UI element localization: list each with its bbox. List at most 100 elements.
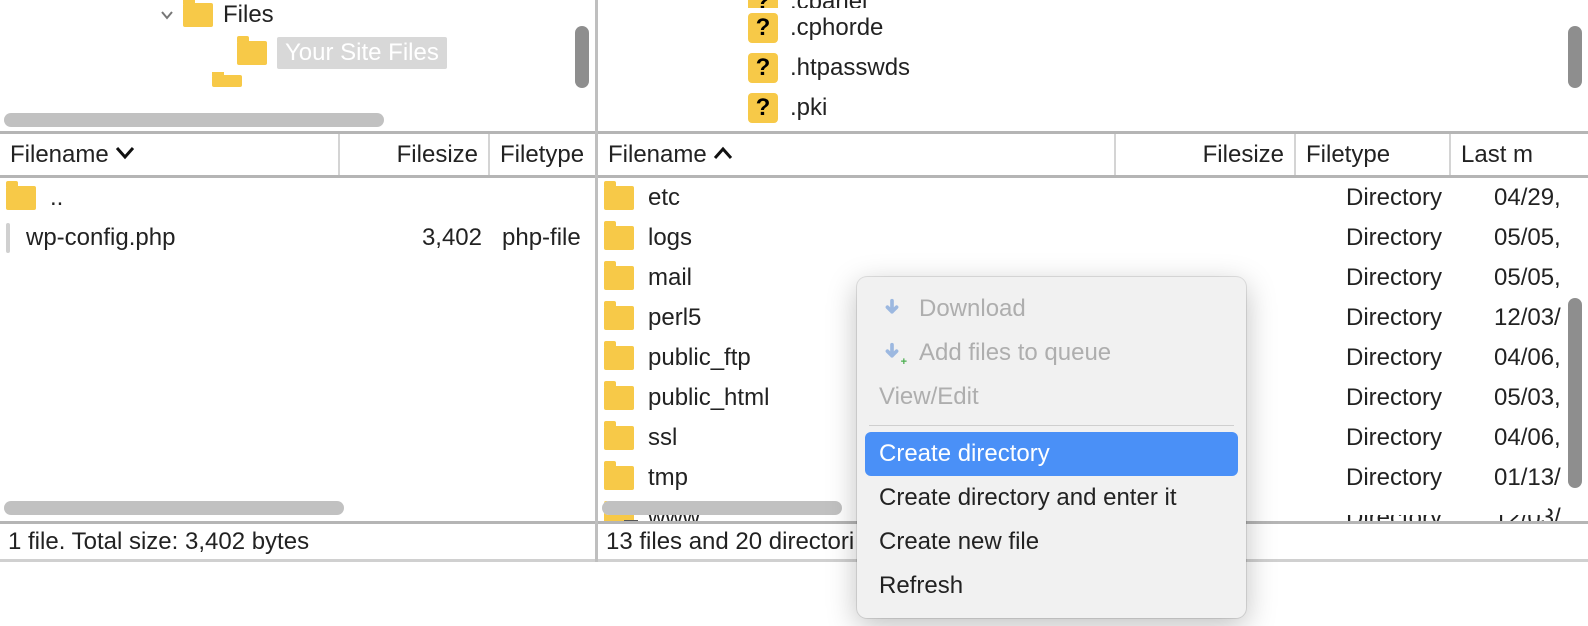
file-type: Directory [1338,344,1486,372]
folder-icon [604,266,634,290]
context-menu: Download + Add files to queue View/Edit … [857,277,1246,618]
header-label: Filesize [397,141,478,169]
file-date: 05/05, [1486,224,1588,252]
file-type: Directory [1338,424,1486,452]
tree-item-htpasswds[interactable]: ? .htpasswds [748,48,1588,88]
tree-item-cpanel[interactable]: ? .cpanel [748,0,1588,8]
header-label: Filesize [1203,141,1284,169]
file-name: etc [648,184,1158,212]
menu-label: Create directory and enter it [879,484,1176,512]
chevron-down-icon [115,143,135,166]
download-icon [879,296,905,322]
header-label: Filename [608,141,707,169]
folder-icon [6,186,36,210]
menu-separator [869,425,1234,426]
column-header-row: Filename Filesize Filetype [0,134,595,178]
tree-label: .htpasswds [790,54,910,82]
unknown-file-icon: ? [748,0,778,8]
menu-label: Create directory [879,440,1050,468]
header-label: Filename [10,141,109,169]
menu-label: Add files to queue [919,339,1111,367]
menu-item-add-queue: + Add files to queue [857,331,1246,375]
folder-icon [604,426,634,450]
folder-icon [604,466,634,490]
folder-icon [604,386,634,410]
horizontal-scrollbar[interactable] [4,501,555,515]
tree-label: Files [223,1,274,29]
folder-icon [604,306,634,330]
chevron-up-icon [713,143,733,166]
vertical-scrollbar-thumb[interactable] [575,26,589,88]
header-filename[interactable]: Filename [598,134,1116,175]
unknown-file-icon: ? [748,53,778,83]
column-header-row: Filename Filesize Filetype Last m [598,134,1588,178]
tree-item-partial[interactable] [200,72,595,90]
file-icon [6,223,10,253]
file-row-parent[interactable]: .. [0,178,595,218]
file-type: Directory [1338,304,1486,332]
file-date: 05/05, [1486,264,1588,292]
local-file-list[interactable]: .. wp-config.php 3,402 php-file [0,178,595,524]
folder-icon [604,346,634,370]
tree-label: .cphorde [790,14,883,42]
header-filetype[interactable]: Filetype [1296,134,1451,175]
menu-item-download: Download [857,287,1246,331]
tree-label: .cpanel [790,0,867,8]
header-filesize[interactable]: Filesize [1116,134,1296,175]
file-type: Directory [1338,384,1486,412]
header-label: Filetype [1306,141,1390,169]
folder-icon [604,186,634,210]
tree-item-files[interactable]: Files [145,0,595,34]
download-plus-icon: + [879,340,905,366]
file-type: Directory [1338,264,1486,292]
status-text: 13 files and 20 directori [606,528,854,556]
scrollbar-thumb[interactable] [602,501,842,515]
horizontal-scrollbar[interactable] [4,113,555,127]
header-filename[interactable]: Filename [0,134,340,175]
tree-item-your-site-files[interactable]: Your Site Files [225,34,595,72]
header-label: Filetype [500,141,584,169]
file-row[interactable]: logs Directory05/05, [598,218,1588,258]
menu-label: View/Edit [879,383,979,411]
folder-icon [183,3,213,27]
tree-label: .pki [790,94,827,122]
header-label: Last m [1461,141,1533,169]
scrollbar-thumb[interactable] [4,113,384,127]
file-type: Directory [1338,184,1486,212]
scrollbar-thumb[interactable] [4,501,344,515]
tree-item-cphorde[interactable]: ? .cphorde [748,8,1588,48]
folder-icon [604,226,634,250]
tree-item-pki[interactable]: ? .pki [748,88,1588,128]
menu-item-create-directory[interactable]: Create directory [865,432,1238,476]
menu-label: Download [919,295,1026,323]
folder-icon [237,41,267,65]
header-last-modified[interactable]: Last m [1451,134,1588,175]
status-bar-local: 1 file. Total size: 3,402 bytes [0,524,595,562]
header-filetype[interactable]: Filetype [490,134,595,175]
menu-label: Create new file [879,528,1039,556]
unknown-file-icon: ? [748,13,778,43]
menu-item-view-edit: View/Edit [857,375,1246,419]
menu-item-create-directory-enter[interactable]: Create directory and enter it [857,476,1246,520]
unknown-file-icon: ? [748,93,778,123]
menu-item-create-new-file[interactable]: Create new file [857,520,1246,564]
file-name: logs [648,224,1158,252]
file-date: 04/29, [1486,184,1588,212]
vertical-scrollbar-thumb[interactable] [1568,298,1582,488]
menu-item-refresh[interactable]: Refresh [857,564,1246,608]
chevron-down-icon[interactable] [157,5,177,25]
folder-icon [212,75,242,87]
status-text: 1 file. Total size: 3,402 bytes [8,528,309,556]
header-filesize[interactable]: Filesize [340,134,490,175]
file-type: Directory [1338,464,1486,492]
vertical-scrollbar-thumb[interactable] [1568,26,1582,88]
file-type: php-file [494,224,595,252]
file-name: .. [50,184,63,212]
menu-label: Refresh [879,572,963,600]
file-name: wp-config.php [24,224,364,252]
tree-label-selected: Your Site Files [277,37,447,69]
file-size: 3,402 [364,224,494,252]
file-row[interactable]: wp-config.php 3,402 php-file [0,218,595,258]
file-type: Directory [1338,224,1486,252]
file-row[interactable]: etc Directory04/29, [598,178,1588,218]
